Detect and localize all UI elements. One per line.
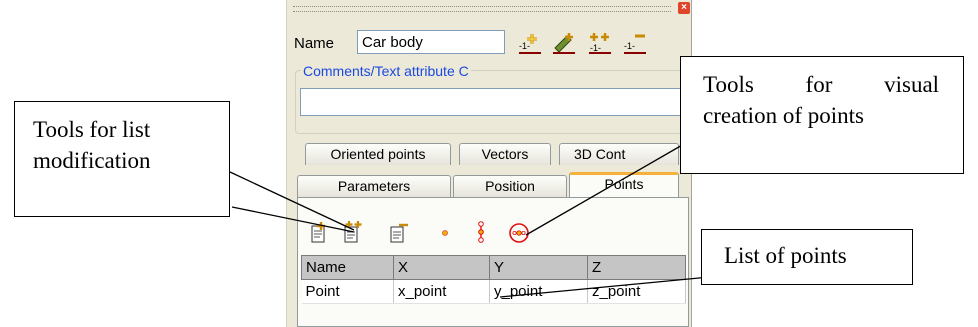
cell-point-name[interactable]: Point xyxy=(301,279,394,304)
column-header-y[interactable]: Y xyxy=(489,255,588,280)
add-point-icon[interactable] xyxy=(307,220,331,244)
tab-points[interactable]: Points xyxy=(569,172,679,198)
points-table: Name X Y Z Point x_point y_point z_point xyxy=(301,255,686,304)
column-header-z[interactable]: Z xyxy=(587,255,686,280)
close-icon[interactable]: × xyxy=(678,2,690,14)
tab-3d-contours[interactable]: 3D Cont xyxy=(559,143,679,165)
callout-text-line: Tools for list xyxy=(33,117,151,142)
callout-text-line: Tools for visual xyxy=(703,72,940,97)
visual-creation-callout: Tools for visual creation of points xyxy=(680,56,964,174)
name-input[interactable] xyxy=(357,30,505,54)
object-properties-panel: × Name -1- -1- -1- Comments/Text attribu… xyxy=(286,0,692,327)
panel-drag-grip[interactable] xyxy=(293,6,671,12)
delete-point-icon[interactable] xyxy=(387,220,411,244)
tab-oriented-points[interactable]: Oriented points xyxy=(305,143,451,165)
tab-vectors[interactable]: Vectors xyxy=(459,143,551,165)
svg-text:-1-: -1- xyxy=(590,43,601,53)
comments-field[interactable] xyxy=(300,88,686,116)
insert-item-icon[interactable]: -1- xyxy=(587,30,613,56)
add-item-icon[interactable]: -1- xyxy=(517,30,543,56)
add-multiple-points-icon[interactable] xyxy=(341,220,365,244)
svg-text:-1-: -1- xyxy=(519,41,530,51)
table-row[interactable]: Point x_point y_point z_point xyxy=(301,279,686,304)
table-header-row: Name X Y Z xyxy=(301,255,686,280)
callout-text-line: creation of points xyxy=(703,103,864,128)
remove-item-icon[interactable]: -1- xyxy=(622,30,648,56)
circle-points-icon[interactable] xyxy=(507,220,531,244)
single-point-icon[interactable] xyxy=(433,220,457,244)
list-of-points-callout: List of points xyxy=(701,229,913,285)
cell-point-y[interactable]: y_point xyxy=(489,279,588,304)
column-header-name[interactable]: Name xyxy=(301,255,394,280)
name-label: Name xyxy=(294,35,335,52)
column-header-x[interactable]: X xyxy=(393,255,490,280)
tab-parameters[interactable]: Parameters xyxy=(297,175,451,197)
list-modification-callout: Tools for list modification xyxy=(14,101,230,217)
edit-item-icon[interactable] xyxy=(551,30,577,56)
cell-point-z[interactable]: z_point xyxy=(587,279,686,304)
comments-group-title: Comments/Text attribute C xyxy=(301,63,471,79)
cell-point-x[interactable]: x_point xyxy=(393,279,490,304)
tab-position[interactable]: Position xyxy=(453,175,567,197)
callout-text-line: List of points xyxy=(724,243,847,268)
point-chain-icon[interactable] xyxy=(469,220,493,244)
callout-text-line: modification xyxy=(33,148,151,173)
svg-text:-1-: -1- xyxy=(624,41,635,51)
